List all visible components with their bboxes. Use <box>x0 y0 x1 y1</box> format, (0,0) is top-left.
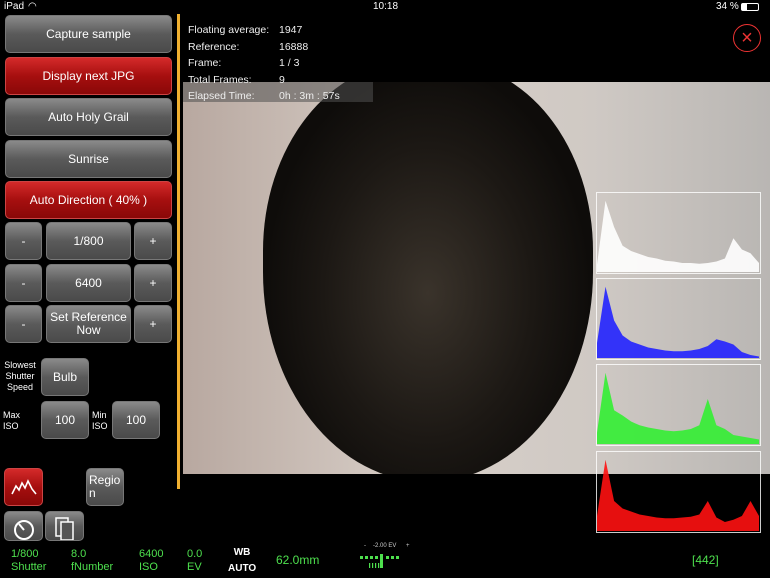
timer-icon <box>13 520 34 540</box>
auto-holy-grail-button[interactable]: Auto Holy Grail <box>5 98 172 136</box>
shutter-readout: 1/800 Shutter <box>11 548 47 573</box>
histogram-area <box>597 286 759 358</box>
histogram-blue <box>596 278 761 360</box>
slowest-shutter-label: Slowest Shutter Speed <box>4 360 36 392</box>
histogram-green <box>596 364 761 446</box>
fnumber-readout: 8.0 fNumber <box>71 548 114 573</box>
histogram-luminance <box>596 192 761 274</box>
close-button[interactable]: × <box>733 24 761 52</box>
accent-divider <box>177 14 180 489</box>
exposure-meter: - -2.00 EV + <box>360 543 420 573</box>
iso-plus-button[interactable]: + <box>134 264 172 302</box>
info-row: Reference: 16888 <box>188 40 309 53</box>
histogram-plot <box>597 286 759 358</box>
info-row: Total Frames: 9 <box>188 73 285 86</box>
capture-sample-button[interactable]: Capture sample <box>5 15 172 53</box>
timer-button[interactable] <box>4 511 43 541</box>
battery-percent: 34 % <box>716 1 739 12</box>
ev-scale-icon <box>360 554 399 568</box>
histogram-red <box>596 451 761 533</box>
sunrise-button[interactable]: Sunrise <box>5 140 172 178</box>
iso-minus-button[interactable]: - <box>5 264 42 302</box>
mask-photo-subject <box>263 82 593 474</box>
info-row: Floating average: 1947 <box>188 24 303 36</box>
status-bar: iPad ◠ 10:18 34 % <box>0 0 770 14</box>
histogram-plot <box>597 200 759 272</box>
region-button[interactable]: Regio n <box>86 468 124 506</box>
documents-icon <box>54 517 74 540</box>
min-iso-label: Min ISO <box>92 410 108 431</box>
copy-button[interactable] <box>45 511 84 541</box>
shutter-value-button[interactable]: 1/800 <box>46 222 131 260</box>
focal-length: 62.0mm <box>276 553 320 567</box>
wb-readout: WB AUTO <box>228 547 257 574</box>
clock: 10:18 <box>373 1 399 12</box>
iso-value-button[interactable]: 6400 <box>46 264 131 302</box>
shutter-plus-button[interactable]: + <box>134 222 172 260</box>
reference-plus-button[interactable]: + <box>134 305 172 343</box>
shutter-minus-button[interactable]: - <box>5 222 42 260</box>
histogram-area <box>597 459 759 531</box>
set-reference-button[interactable]: Set Reference Now <box>46 305 131 343</box>
auto-direction-button[interactable]: Auto Direction ( 40% ) <box>5 181 172 219</box>
histogram-area <box>597 200 759 272</box>
battery-icon <box>741 3 759 11</box>
wifi-icon: ◠ <box>28 1 37 12</box>
histogram-plot <box>597 459 759 531</box>
max-iso-button[interactable]: 100 <box>41 401 89 439</box>
capture-info: Floating average: 1947 Reference: 16888 Fr… <box>188 22 340 105</box>
histogram-icon <box>10 479 37 495</box>
histogram-plot <box>597 372 759 444</box>
device-name: iPad <box>4 1 25 12</box>
info-row: Elapsed Time: 0h : 3m : 57s <box>188 90 340 102</box>
iso-readout: 6400 ISO <box>139 548 164 573</box>
slowest-shutter-button[interactable]: Bulb <box>41 358 89 396</box>
min-iso-button[interactable]: 100 <box>112 401 160 439</box>
histogram-area <box>597 372 759 444</box>
info-row: Frame: 1 / 3 <box>188 57 300 69</box>
max-iso-label: Max ISO <box>3 410 21 431</box>
ev-readout: 0.0 EV <box>187 548 203 573</box>
histogram-toggle-button[interactable] <box>4 468 43 506</box>
shots-remaining: [442] <box>692 553 719 567</box>
reference-minus-button[interactable]: - <box>5 305 42 343</box>
close-icon: × <box>741 26 753 49</box>
display-next-jpg-button[interactable]: Display next JPG <box>5 57 172 95</box>
